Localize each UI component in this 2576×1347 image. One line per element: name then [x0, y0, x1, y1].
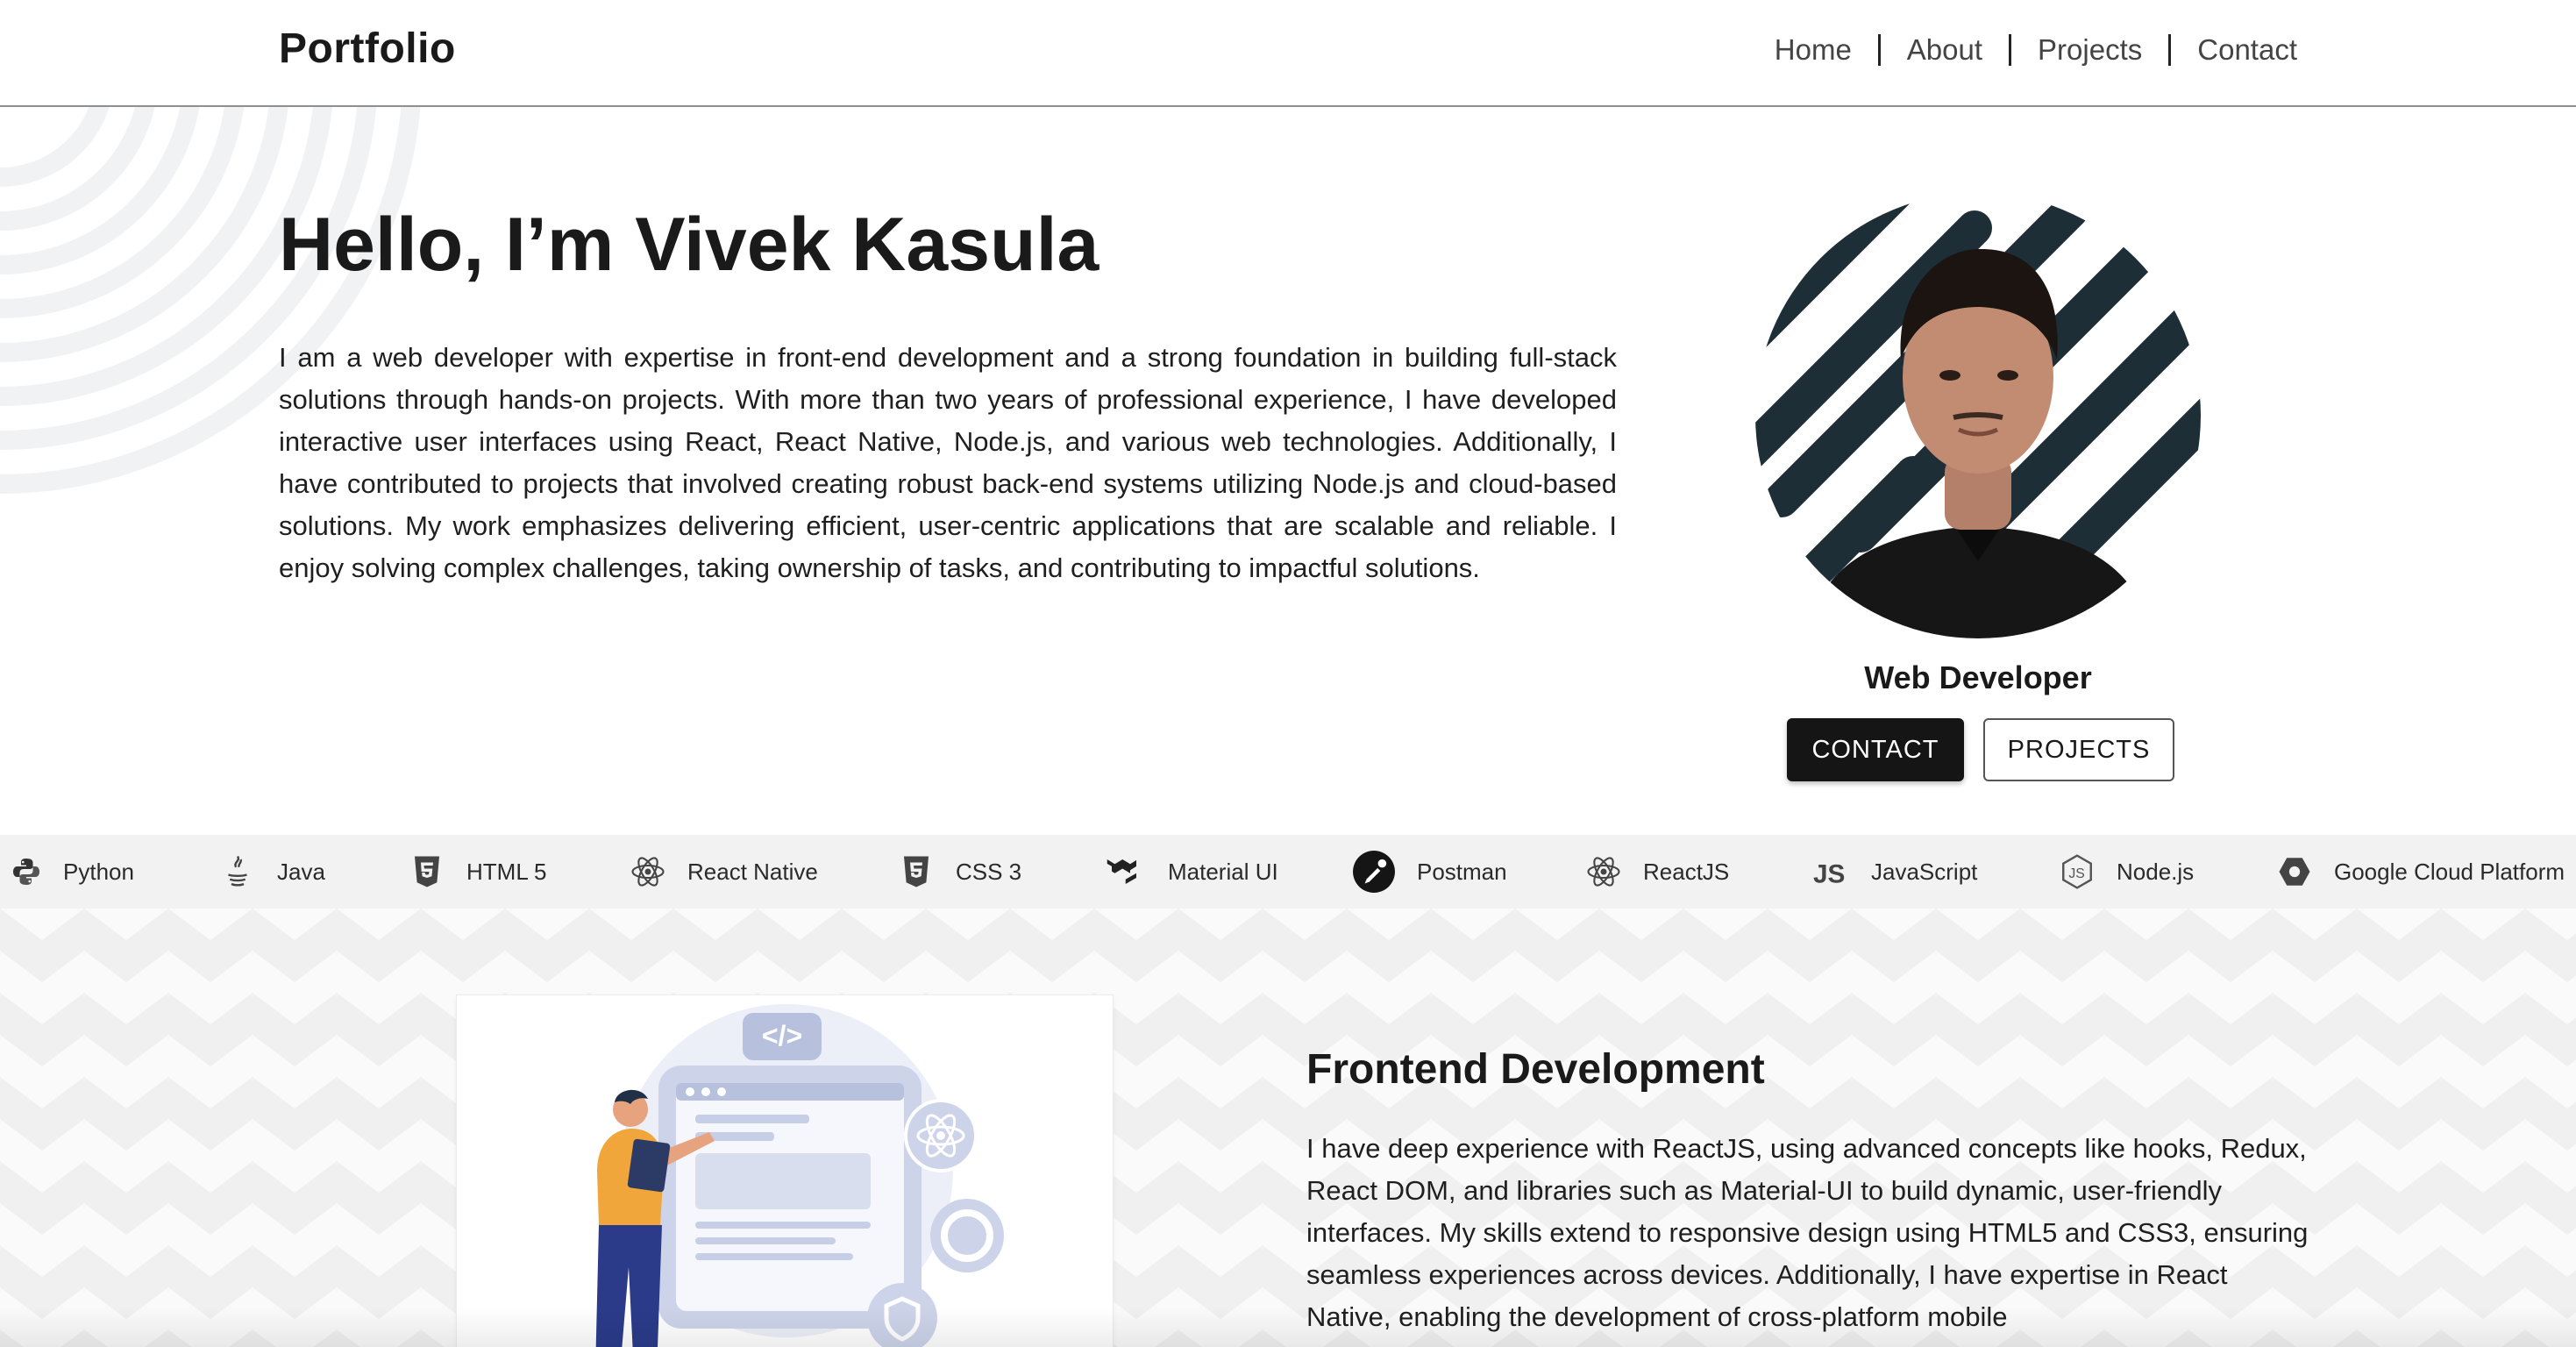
skill-label: Java — [277, 858, 325, 885]
skills-marquee: Python Java HTML 5 React Native CSS 3 Ma… — [0, 835, 2576, 909]
skill-label: Python — [63, 858, 134, 885]
nav-projects-link[interactable]: Projects — [2011, 33, 2168, 67]
role-title: Web Developer — [1864, 659, 2092, 695]
main-nav: Home About Projects Contact — [1748, 33, 2297, 67]
skill-label: Postman — [1417, 858, 1507, 885]
react-icon — [631, 857, 665, 887]
skill-item-google-cloud: Google Cloud Platform — [2276, 835, 2565, 909]
skill-item-postman: Postman — [1352, 835, 1507, 909]
nav-home-link[interactable]: Home — [1748, 33, 1878, 67]
site-header: Portfolio Home About Projects Contact — [0, 0, 2576, 107]
projects-button[interactable]: PROJECTS — [1983, 718, 2174, 781]
bottom-scroll-shadow — [0, 1307, 2576, 1347]
skill-item-css3: CSS 3 — [898, 835, 1021, 909]
google-cloud-icon — [2279, 858, 2310, 886]
react-icon — [1587, 857, 1620, 887]
material-ui-icon — [1107, 859, 1136, 884]
skill-item-nodejs: JS Node.js — [2059, 835, 2194, 909]
services-section: </> Frontend Development I have deep exp… — [0, 909, 2576, 1347]
nav-about-link[interactable]: About — [1881, 33, 2009, 67]
developer-illustration: </> — [595, 1004, 1004, 1347]
css3-icon — [904, 856, 929, 887]
skill-label: JavaScript — [1871, 858, 1978, 885]
skill-item-java: Java — [219, 835, 325, 909]
skill-label: Google Cloud Platform — [2334, 858, 2565, 885]
hero-heading: Hello, I’m Vivek Kasula — [279, 203, 1099, 287]
skill-label: HTML 5 — [466, 858, 547, 885]
profile-avatar — [1755, 193, 2201, 638]
hero-bio: I am a web developer with expertise in f… — [279, 342, 1617, 583]
skill-label: React Native — [687, 858, 818, 885]
skill-item-javascript: JS JavaScript — [1813, 835, 1977, 909]
skill-item-react-native: React Native — [630, 835, 818, 909]
code-badge-text: </> — [762, 1020, 802, 1051]
contact-button[interactable]: CONTACT — [1787, 718, 1964, 781]
skill-item-reactjs: ReactJS — [1585, 835, 1729, 909]
skill-item-html5: HTML 5 — [409, 835, 547, 909]
nav-contact-link[interactable]: Contact — [2171, 33, 2297, 67]
python-icon — [13, 859, 39, 885]
svg-text:JS: JS — [2068, 866, 2084, 881]
service-title: Frontend Development — [1306, 1046, 1765, 1093]
frontend-illustration-card: </> — [456, 994, 1114, 1347]
html5-icon — [415, 856, 439, 887]
nodejs-icon: JS — [2062, 854, 2092, 889]
hero-section: Hello, I’m Vivek Kasula I am a web devel… — [0, 107, 2576, 833]
skill-label: ReactJS — [1643, 858, 1730, 885]
site-logo[interactable]: Portfolio — [279, 25, 456, 73]
java-icon — [228, 855, 247, 887]
svg-text:JS: JS — [1813, 859, 1845, 888]
skill-label: Material UI — [1168, 858, 1278, 885]
skill-item-material-ui: Material UI — [1101, 835, 1278, 909]
javascript-icon: JS — [1813, 859, 1845, 888]
skill-label: CSS 3 — [956, 858, 1022, 885]
postman-icon — [1353, 851, 1395, 893]
skill-item-python: Python — [11, 835, 134, 909]
skill-label: Node.js — [2117, 858, 2195, 885]
